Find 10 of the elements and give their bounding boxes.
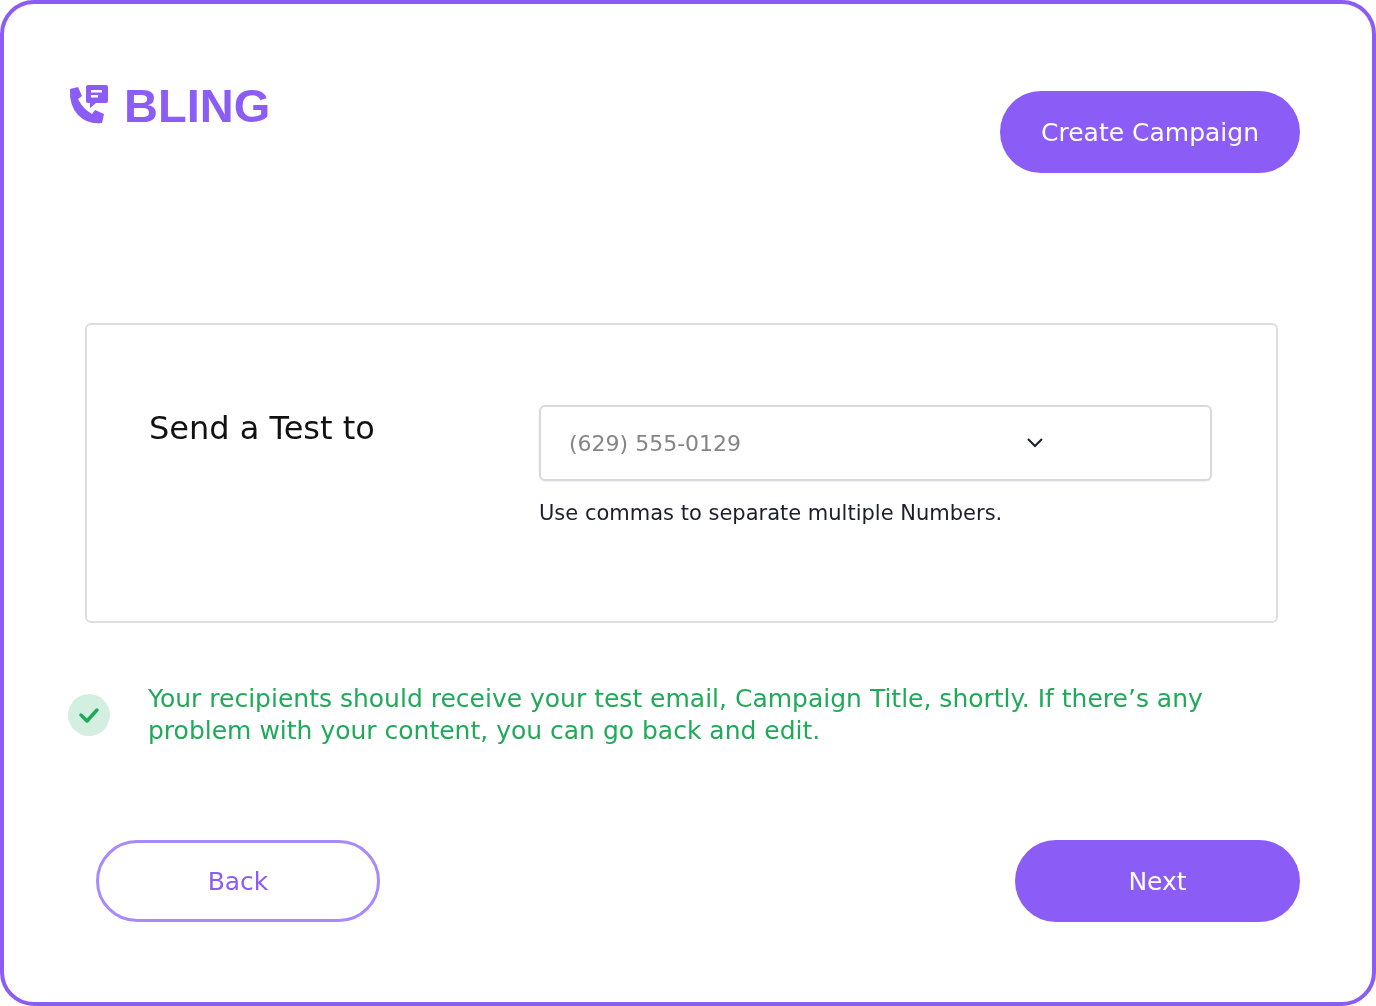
success-message: Your recipients should receive your test email, Campaign Title, shortly. If there’s any problem with your content, you can go back and edit. (148, 683, 1204, 747)
chevron-down-icon (1026, 437, 1044, 449)
hint-text: Use commas to separate multiple Numbers. (539, 501, 1004, 525)
field-label: Send a Test to (149, 409, 376, 449)
recipient-dropdown[interactable]: (629) 555-0129 (539, 405, 1212, 481)
create-campaign-button[interactable]: Create Campaign (1000, 91, 1300, 173)
check-icon (68, 694, 110, 736)
brand-name: BLING (124, 82, 271, 129)
back-button[interactable]: Back (96, 840, 380, 922)
next-button[interactable]: Next (1015, 840, 1300, 922)
